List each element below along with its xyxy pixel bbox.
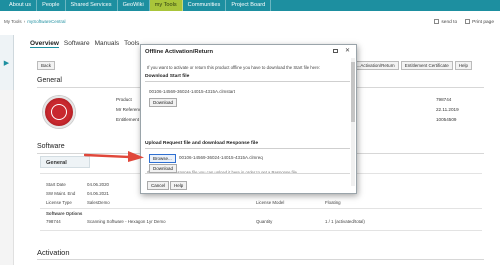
close-icon[interactable]: ✕ bbox=[345, 48, 350, 54]
divider bbox=[145, 173, 350, 174]
maint-end-label: SW Maint. End bbox=[46, 191, 76, 196]
download-response-button[interactable]: Download bbox=[149, 164, 178, 173]
annotation-arrow-icon bbox=[84, 151, 144, 162]
chevron-right-icon: ▶ bbox=[3, 59, 10, 67]
sidebar-toggle[interactable]: ▶ bbox=[0, 35, 14, 90]
cancel-button[interactable]: Cancel bbox=[147, 181, 170, 190]
start-date-label: Start Date bbox=[46, 182, 66, 187]
window-controls: ✕ bbox=[332, 48, 350, 54]
scrollbar-thumb[interactable] bbox=[351, 62, 355, 122]
license-type-label: License Type bbox=[46, 200, 72, 205]
send-to-link[interactable]: send to bbox=[434, 19, 457, 25]
tab-manuals[interactable]: Manuals bbox=[95, 40, 120, 48]
start-date-value: 04.06.2020 bbox=[87, 182, 109, 187]
dialog-help-button[interactable]: Help bbox=[170, 181, 188, 190]
nav-my-tools[interactable]: my Tools bbox=[149, 0, 183, 11]
offline-activation-dialog: Offline Activation/Return ✕ If you want … bbox=[140, 44, 357, 194]
entitlement-label: Entitlement bbox=[116, 117, 139, 122]
nav-project-board[interactable]: Project Board bbox=[226, 0, 272, 11]
product-value: 798744 bbox=[436, 97, 452, 102]
nav-shared-services[interactable]: Shared Services bbox=[66, 0, 118, 11]
upload-file-name: 00106-14569-36024-14015-4315A.clmreq bbox=[179, 155, 263, 160]
license-type-value: SalesDemo bbox=[87, 200, 110, 205]
dialog-intro-text: If you want to activate or return this p… bbox=[147, 65, 321, 70]
divider bbox=[40, 208, 482, 209]
page-tabs: Overview Software Manuals Tools bbox=[30, 40, 139, 48]
quantity-label: Quantity bbox=[256, 219, 273, 224]
sidebar-strip bbox=[0, 90, 14, 265]
product-seal-icon bbox=[43, 96, 75, 128]
tab-tools[interactable]: Tools bbox=[124, 40, 139, 48]
software-heading: Software bbox=[37, 143, 65, 150]
software-general-subheading: General bbox=[40, 156, 90, 168]
toolbar-right: ...Activation/Return Entitlement Certifi… bbox=[352, 61, 472, 70]
toolbar-left: Back bbox=[37, 61, 56, 70]
browse-button[interactable]: Browse... bbox=[149, 154, 176, 163]
option-id: 798744 bbox=[46, 219, 61, 224]
tab-software[interactable]: Software bbox=[64, 40, 90, 48]
download-start-heading: Download Start file bbox=[145, 73, 350, 82]
print-icon bbox=[465, 19, 471, 24]
print-page-link[interactable]: Print page bbox=[465, 19, 494, 25]
upload-request-heading: Upload Request file and download Respons… bbox=[145, 140, 350, 149]
page-actions: send to Print page bbox=[434, 19, 494, 25]
entitlement-value: 10054509 bbox=[436, 117, 457, 122]
activation-return-button[interactable]: ...Activation/Return bbox=[352, 61, 399, 70]
back-button[interactable]: Back bbox=[37, 61, 56, 70]
divider bbox=[40, 230, 482, 231]
breadcrumb-separator: › bbox=[23, 19, 26, 24]
mail-icon bbox=[434, 19, 440, 24]
breadcrumb-my-tools[interactable]: My Tools bbox=[4, 19, 22, 24]
tab-overview[interactable]: Overview bbox=[30, 40, 59, 48]
start-file-name: 00106-14569-36024-14015-4315A.clmstart bbox=[149, 89, 236, 94]
quantity-value: 1 / 1 (activated/total) bbox=[325, 219, 365, 224]
activation-heading: Activation bbox=[37, 248, 70, 257]
dialog-scrollbar[interactable] bbox=[351, 58, 355, 186]
general-heading: General bbox=[37, 77, 62, 84]
help-button[interactable]: Help bbox=[454, 61, 472, 70]
nav-geowiki[interactable]: GeoWiki bbox=[118, 0, 150, 11]
option-description: Scanning Software - Hexagon 1yr Demo bbox=[87, 219, 166, 224]
nav-people[interactable]: People bbox=[37, 0, 66, 11]
maximize-icon[interactable] bbox=[332, 49, 338, 53]
dialog-title: Offline Activation/Return bbox=[145, 49, 214, 55]
nav-about-us[interactable]: About us bbox=[4, 0, 38, 11]
breadcrumb: My Tools › mySoftwareCentral bbox=[4, 19, 65, 24]
download-start-button[interactable]: Download bbox=[149, 98, 178, 107]
top-nav: About us People Shared Services GeoWiki … bbox=[0, 0, 500, 11]
nav-communities[interactable]: Communities bbox=[183, 0, 227, 11]
product-label: Product bbox=[116, 97, 132, 102]
divider bbox=[37, 259, 484, 260]
refcode-value: 22.11.2019 bbox=[436, 107, 459, 112]
maint-end-value: 04.06.2021 bbox=[87, 191, 109, 196]
software-options-label: Software Options bbox=[46, 211, 83, 216]
license-model-label: License Model bbox=[256, 200, 285, 205]
entitlement-certificate-button[interactable]: Entitlement Certificate bbox=[400, 61, 453, 70]
breadcrumb-current[interactable]: mySoftwareCentral bbox=[27, 19, 65, 24]
license-model-value: Floating bbox=[325, 200, 341, 205]
